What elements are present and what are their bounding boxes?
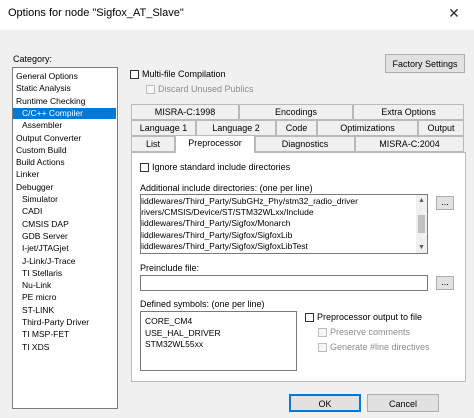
- preserve-comments-checkbox[interactable]: [318, 328, 327, 337]
- defined-symbol-line: CORE_CM4: [145, 316, 193, 326]
- preinclude-label: Preinclude file:: [140, 263, 200, 273]
- close-icon[interactable]: ✕: [441, 2, 467, 24]
- tab-misra-2004[interactable]: MISRA-C:2004: [355, 136, 464, 152]
- window-title: Options for node "Sigfox_AT_Slave": [8, 7, 184, 19]
- defined-symbol-line: USE_HAL_DRIVER: [145, 327, 221, 338]
- include-dir-line: Middlewares/Third_Party/SubGHz_Phy/stm32…: [141, 196, 358, 206]
- factory-settings-button[interactable]: Factory Settings: [385, 54, 465, 73]
- ignore-std-checkbox[interactable]: [140, 163, 149, 172]
- category-item[interactable]: Debugger: [13, 182, 116, 193]
- preinclude-browse-button[interactable]: ...: [436, 276, 454, 290]
- tab-encodings[interactable]: Encodings: [239, 104, 353, 120]
- category-item[interactable]: J-Link/J-Trace: [13, 256, 116, 267]
- preinclude-input[interactable]: [140, 275, 428, 291]
- category-item[interactable]: Output Converter: [13, 133, 116, 144]
- include-dir-line: Drivers/CMSIS/Device/ST/STM32WLxx/Includ…: [141, 207, 314, 218]
- multifile-checkbox[interactable]: [130, 70, 139, 79]
- tab-code[interactable]: Code: [276, 120, 317, 136]
- tab-language-2[interactable]: Language 2: [196, 120, 276, 136]
- category-item[interactable]: Static Analysis: [13, 83, 116, 94]
- discard-checkbox[interactable]: [146, 85, 155, 94]
- category-item[interactable]: TI Stellaris: [13, 268, 116, 279]
- include-browse-button[interactable]: ...: [436, 196, 454, 210]
- ok-button[interactable]: OK: [289, 394, 361, 412]
- tab-diagnostics[interactable]: Diagnostics: [255, 136, 355, 152]
- category-item[interactable]: General Options: [13, 71, 116, 82]
- multifile-label: Multi-file Compilation: [142, 69, 226, 79]
- category-item[interactable]: PE micro: [13, 292, 116, 303]
- category-item[interactable]: C/C++ Compiler: [13, 107, 116, 119]
- category-list[interactable]: General Options Static Analysis Runtime Ch…: [12, 67, 118, 409]
- generate-line-checkbox[interactable]: [318, 343, 327, 352]
- generate-line-label: Generate #line directives: [330, 342, 430, 352]
- category-item[interactable]: Custom Build: [13, 145, 116, 156]
- scroll-up-icon[interactable]: ▲: [416, 195, 427, 206]
- tab-preprocessor[interactable]: Preprocessor: [175, 135, 255, 153]
- pp-output-label: Preprocessor output to file: [317, 312, 423, 322]
- category-item[interactable]: Assembler: [13, 120, 116, 131]
- pp-output-checkbox[interactable]: [305, 313, 314, 322]
- category-item[interactable]: Third-Party Driver: [13, 317, 116, 328]
- include-dir-line: Middlewares/Third_Party/Sigfox/SigfoxLib…: [141, 240, 308, 251]
- scroll-thumb[interactable]: [418, 215, 425, 233]
- tab-optimizations[interactable]: Optimizations: [317, 120, 418, 136]
- ignore-std-label: Ignore standard include directories: [152, 162, 291, 172]
- category-item[interactable]: CADI: [13, 206, 116, 217]
- scroll-down-icon[interactable]: ▼: [416, 242, 427, 253]
- category-item[interactable]: Build Actions: [13, 157, 116, 168]
- tab-output[interactable]: Output: [418, 120, 464, 136]
- cancel-button[interactable]: Cancel: [367, 394, 439, 412]
- category-item[interactable]: CMSIS DAP: [13, 219, 116, 230]
- include-scrollbar[interactable]: ▲ ▼: [416, 195, 427, 253]
- category-label: Category:: [13, 54, 53, 64]
- category-item[interactable]: Simulator: [13, 194, 116, 205]
- category-item[interactable]: ST-LINK: [13, 305, 116, 316]
- defined-symbol-line: STM32WL55xx: [145, 339, 204, 349]
- include-dir-line: Middlewares/Third_Party/Sigfox/Monarch: [141, 218, 291, 229]
- include-dirs-label: Additional include directories: (one per…: [140, 183, 313, 193]
- category-item[interactable]: I-jet/JTAGjet: [13, 243, 116, 254]
- category-item[interactable]: Linker: [13, 169, 116, 180]
- tab-language-1[interactable]: Language 1: [131, 120, 196, 136]
- category-item[interactable]: TI XDS: [13, 342, 116, 353]
- category-item[interactable]: Nu-Link: [13, 280, 116, 291]
- discard-label: Discard Unused Publics: [158, 84, 254, 94]
- defined-symbols-label: Defined symbols: (one per line): [140, 299, 265, 309]
- include-dirs-textarea[interactable]: Middlewares/Third_Party/SubGHz_Phy/stm32…: [140, 194, 428, 254]
- tab-misra-1998[interactable]: MISRA-C:1998: [131, 104, 239, 120]
- preserve-comments-label: Preserve comments: [330, 327, 411, 337]
- category-item[interactable]: Runtime Checking: [13, 96, 116, 107]
- defined-symbols-textarea[interactable]: CORE_CM4 USE_HAL_DRIVER STM32WL55xx: [140, 311, 297, 371]
- include-dir-line: Middlewares/Third_Party/Sigfox/SigfoxLib: [141, 229, 293, 240]
- tab-list[interactable]: List: [131, 136, 175, 152]
- category-item[interactable]: TI MSP-FET: [13, 329, 116, 340]
- category-item[interactable]: GDB Server: [13, 231, 116, 242]
- tab-extra-options[interactable]: Extra Options: [353, 104, 464, 120]
